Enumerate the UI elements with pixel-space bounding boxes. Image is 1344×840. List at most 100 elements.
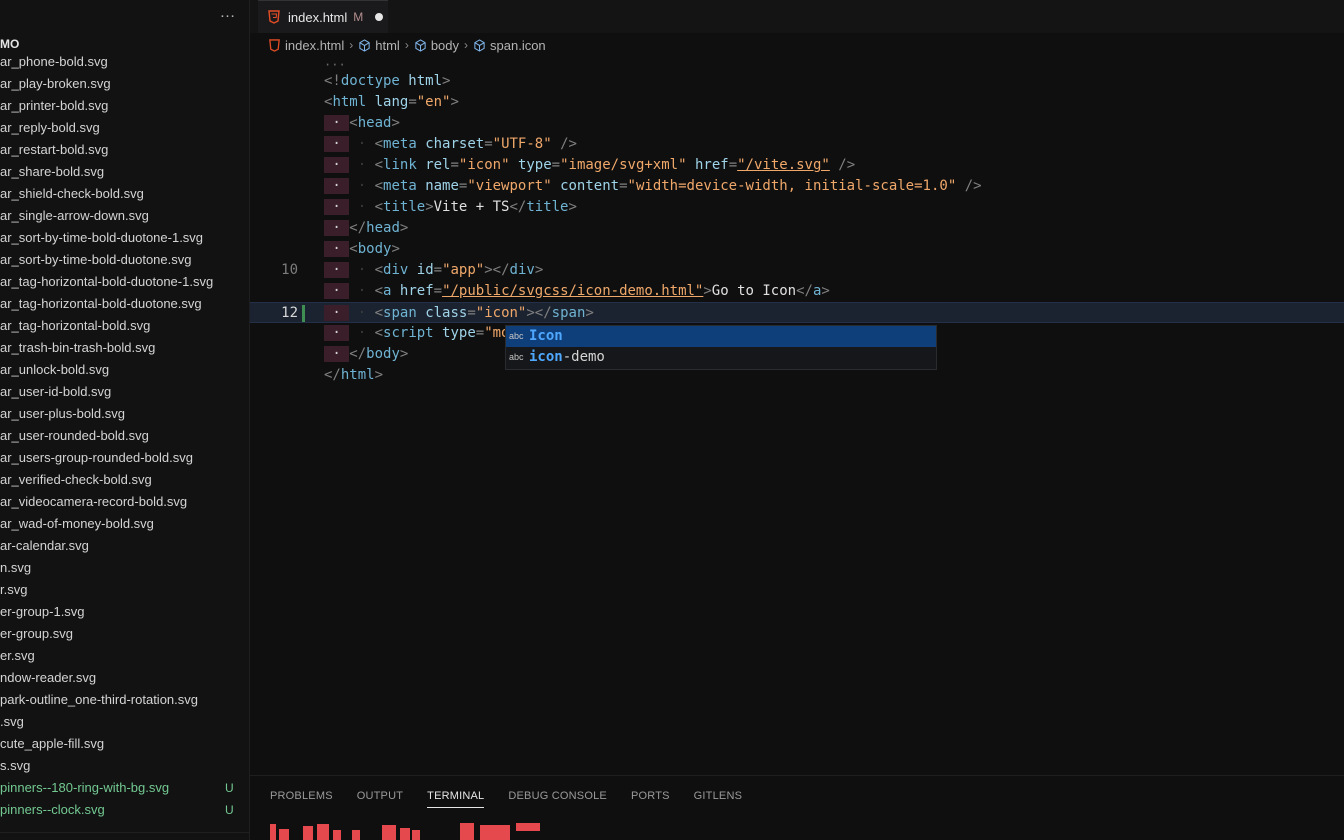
file-item[interactable]: r.svg [0, 579, 249, 601]
file-name: ar_tag-horizontal-bold-duotone.svg [0, 296, 202, 311]
file-item[interactable]: ar_videocamera-record-bold.svg [0, 491, 249, 513]
code-line: <!doctype html> [250, 71, 1344, 92]
file-name: ar_restart-bold.svg [0, 142, 109, 157]
file-name: er-group-1.svg [0, 604, 85, 619]
code-link[interactable]: "/vite.svg" [737, 157, 830, 173]
text-kind-icon: abc [509, 331, 524, 341]
code-token: Go to Icon [711, 283, 797, 299]
file-item[interactable]: ar_shield-check-bold.svg [0, 183, 249, 205]
cube-icon [359, 38, 370, 52]
file-item[interactable]: cute_apple-fill.svg [0, 733, 249, 755]
file-item[interactable]: ar_tag-horizontal-bold-duotone-1.svg [0, 271, 249, 293]
code-link[interactable]: "/public/svgcss/icon-demo.html" [442, 283, 703, 299]
file-item[interactable]: er-group-1.svg [0, 601, 249, 623]
file-name: ar_videocamera-record-bold.svg [0, 494, 188, 509]
file-item[interactable]: ar_user-plus-bold.svg [0, 403, 249, 425]
file-name: ar_sort-by-time-bold-duotone.svg [0, 252, 192, 267]
tab-ports[interactable]: PORTS [631, 788, 670, 804]
divider [0, 832, 249, 833]
file-item[interactable]: s.svg [0, 755, 249, 777]
file-name: ar_reply-bold.svg [0, 120, 100, 135]
file-item[interactable]: er.svg [0, 645, 249, 667]
file-item[interactable]: ar_trash-bin-trash-bold.svg [0, 337, 249, 359]
code-token: html [399, 73, 443, 89]
terminal-glyph [352, 830, 360, 840]
terminal-glyph [400, 828, 410, 840]
terminal-glyph [460, 823, 474, 840]
tab-output[interactable]: OUTPUT [357, 788, 403, 804]
breadcrumb-item-file[interactable]: index.html [268, 38, 344, 53]
file-item[interactable]: ar_share-bold.svg [0, 161, 249, 183]
code-line: · <head> [324, 115, 400, 131]
breadcrumb-item-html[interactable]: html [358, 38, 400, 53]
file-name: ar_verified-check-bold.svg [0, 472, 152, 487]
html5-icon [268, 10, 280, 24]
file-item[interactable]: ar_tag-horizontal-bold-duotone.svg [0, 293, 249, 315]
file-item[interactable]: pinners--clock.svg U [0, 799, 249, 821]
terminal-glyph [412, 830, 420, 840]
tab-gitlens[interactable]: GITLENS [694, 788, 742, 804]
tab-problems[interactable]: PROBLEMS [270, 788, 333, 804]
file-item[interactable]: ar_single-arrow-down.svg [0, 205, 249, 227]
file-item[interactable]: ar_wad-of-money-bold.svg [0, 513, 249, 535]
file-name: ar_users-group-rounded-bold.svg [0, 450, 193, 465]
file-item[interactable]: ar_verified-check-bold.svg [0, 469, 249, 491]
breadcrumb: index.html › html › body › span.icon [268, 36, 546, 54]
file-item[interactable]: pinners--180-ring-with-bg.svg U [0, 777, 249, 799]
code-line: 10 · · <div id="app"></div> [250, 260, 1344, 281]
suggestion-item[interactable]: abc Icon [506, 326, 936, 347]
file-item[interactable]: n.svg [0, 557, 249, 579]
terminal-glyph [333, 830, 341, 840]
file-item[interactable]: ar_user-rounded-bold.svg [0, 425, 249, 447]
tab-title: index.html [288, 9, 348, 25]
code-line-current: 12 · · <span class="icon"></span> [250, 302, 1344, 323]
suggestion-rest: -demo [562, 349, 605, 365]
file-item[interactable]: ar_tag-horizontal-bold.svg [0, 315, 249, 337]
file-item[interactable]: ar_play-broken.svg [0, 73, 249, 95]
unsaved-dot-icon[interactable] [375, 13, 384, 21]
file-name: ar_user-rounded-bold.svg [0, 428, 149, 443]
vscode-window: … MO ar_phone-bold.svg ar_play-broken.svg… [0, 0, 1344, 840]
terminal-glyph [303, 826, 313, 840]
code-token: "app" [442, 262, 485, 278]
breadcrumb-item-span[interactable]: span.icon [473, 38, 546, 53]
file-name: pinners--clock.svg [0, 802, 105, 817]
file-item[interactable]: ar_sort-by-time-bold-duotone-1.svg [0, 227, 249, 249]
tab-terminal[interactable]: TERMINAL [427, 788, 485, 808]
file-name: ar_sort-by-time-bold-duotone-1.svg [0, 230, 204, 245]
file-item[interactable]: er-group.svg [0, 623, 249, 645]
file-item[interactable]: ar_phone-bold.svg [0, 51, 249, 73]
file-name: r.svg [0, 582, 28, 597]
file-item[interactable]: ndow-reader.svg [0, 667, 249, 689]
file-item[interactable]: ar_restart-bold.svg [0, 139, 249, 161]
chevron-right-icon: › [464, 38, 469, 52]
folded-region-marker[interactable]: ··· [324, 58, 346, 72]
file-item[interactable]: ar_reply-bold.svg [0, 117, 249, 139]
code-line: · </head> [324, 220, 409, 236]
bottom-panel: PROBLEMS OUTPUT TERMINAL DEBUG CONSOLE P… [250, 775, 1344, 840]
file-name: park-outline_one-third-rotation.svg [0, 692, 198, 707]
git-modified-indicator [302, 305, 305, 322]
cube-icon [474, 38, 485, 52]
file-item[interactable]: .svg [0, 711, 249, 733]
file-item[interactable]: ar_sort-by-time-bold-duotone.svg [0, 249, 249, 271]
code-line: · · <a href="/public/svgcss/icon-demo.ht… [324, 283, 830, 299]
file-item[interactable]: ar_unlock-bold.svg [0, 359, 249, 381]
breadcrumb-item-body[interactable]: body [414, 38, 459, 53]
tab-index-html[interactable]: index.html M [258, 0, 388, 33]
code-line: · · <meta name="viewport" content="width… [324, 178, 982, 194]
file-item[interactable]: ar_printer-bold.svg [0, 95, 249, 117]
file-name: .svg [0, 714, 24, 729]
file-item[interactable]: ar-calendar.svg [0, 535, 249, 557]
file-item[interactable]: park-outline_one-third-rotation.svg [0, 689, 249, 711]
code-line: · · <meta charset="UTF-8" /> [324, 136, 577, 152]
more-actions-icon[interactable]: … [218, 5, 238, 25]
code-token: > [442, 73, 451, 89]
code-token: lang [374, 94, 409, 110]
file-name: s.svg [0, 758, 31, 773]
file-item[interactable]: ar_users-group-rounded-bold.svg [0, 447, 249, 469]
file-item[interactable]: ar_user-id-bold.svg [0, 381, 249, 403]
suggestion-item[interactable]: abc icon-demo [506, 347, 936, 368]
chevron-right-icon: › [404, 38, 409, 52]
tab-debug-console[interactable]: DEBUG CONSOLE [508, 788, 607, 804]
